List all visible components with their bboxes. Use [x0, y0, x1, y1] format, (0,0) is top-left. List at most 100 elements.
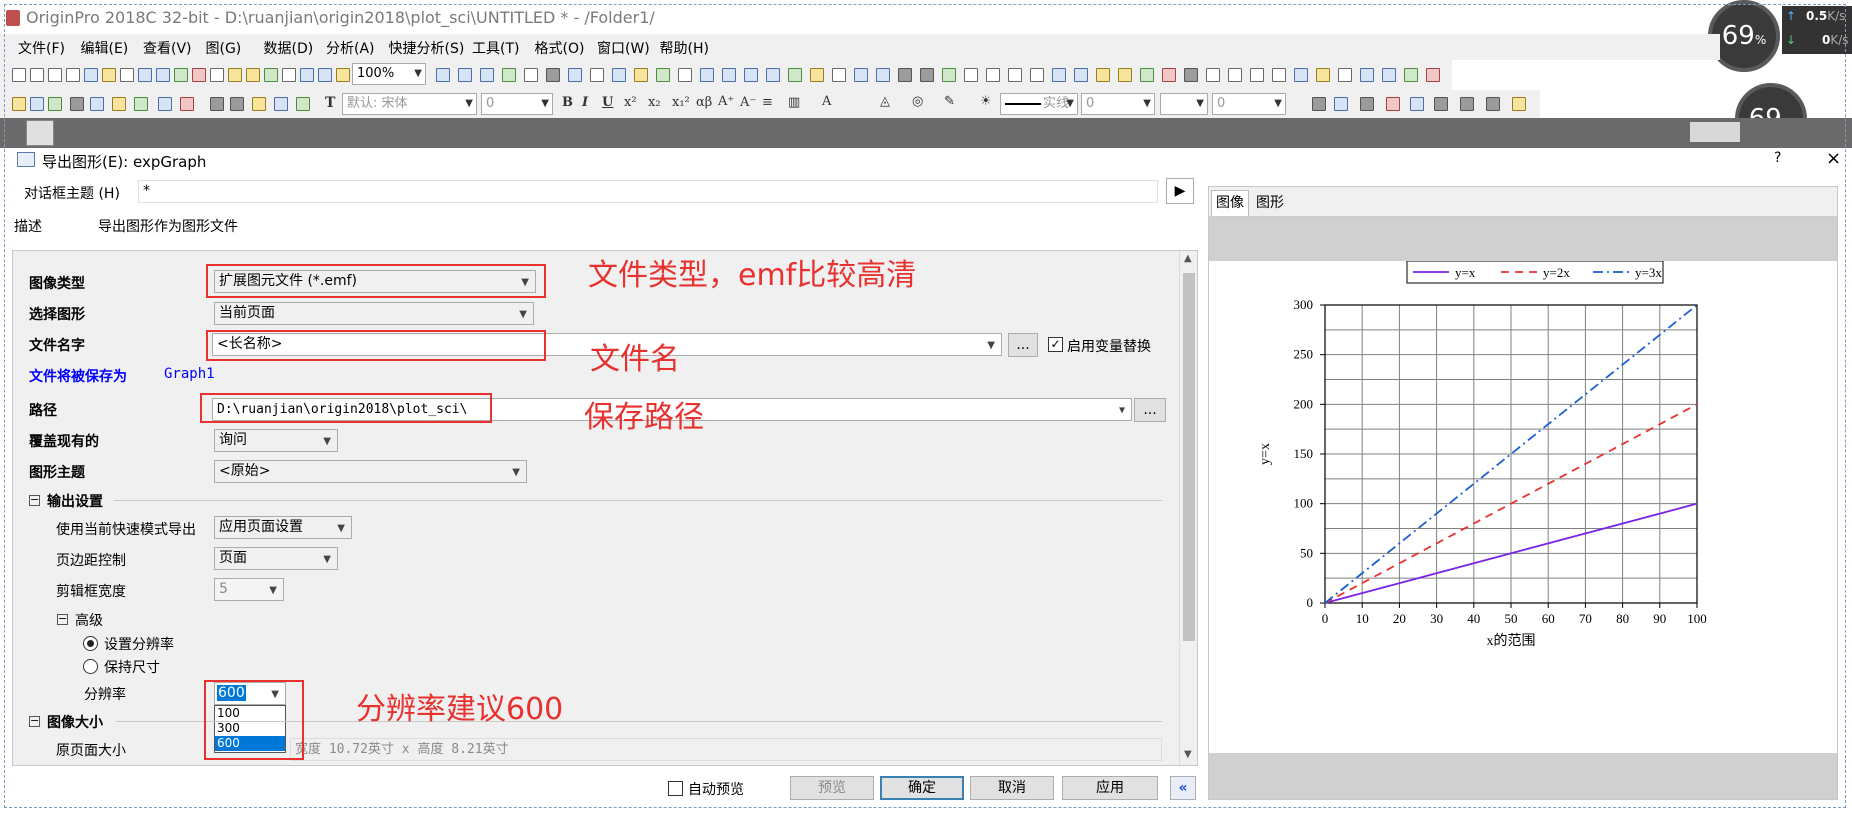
underline-icon[interactable]: U — [602, 95, 613, 110]
toolbar-tool-icon[interactable] — [1338, 68, 1352, 82]
toolbar-tool-icon[interactable] — [700, 68, 714, 82]
fill-select[interactable]: ▼ — [1160, 93, 1208, 115]
toolbar-tool-icon[interactable] — [744, 68, 758, 82]
sub-super-icon[interactable]: x₁² — [672, 95, 690, 110]
ok-button[interactable]: 确定 — [880, 776, 964, 800]
format-tool-icon[interactable] — [48, 97, 62, 111]
format-tool-icon[interactable] — [1334, 97, 1348, 111]
toolbar-tool-icon[interactable] — [264, 68, 278, 82]
scroll-down-icon[interactable]: ▼ — [1184, 749, 1192, 760]
format-tool-icon[interactable] — [180, 97, 194, 111]
toolbar-tool-icon[interactable] — [174, 68, 188, 82]
toolbar-tool-icon[interactable] — [1052, 68, 1066, 82]
toolbar-tool-icon[interactable] — [1030, 68, 1044, 82]
format-tool-icon[interactable] — [1386, 97, 1400, 111]
toolbar-tool-icon[interactable] — [656, 68, 670, 82]
column-icon[interactable]: ▥ — [788, 95, 800, 110]
toolbar-tool-icon[interactable] — [1404, 68, 1418, 82]
italic-icon[interactable]: I — [582, 95, 588, 110]
auto-preview-checkbox[interactable] — [668, 781, 683, 796]
toolbar-tool-icon[interactable] — [1382, 68, 1396, 82]
greek-icon[interactable]: αβ — [696, 95, 712, 110]
toolbar-tool-icon[interactable] — [546, 68, 560, 82]
toolbar-tool-icon[interactable] — [1118, 68, 1132, 82]
line-color-icon[interactable]: ✎ — [944, 94, 955, 109]
subscript-icon[interactable]: x₂ — [648, 95, 661, 110]
graph-theme-select[interactable]: <原始> ▼ — [214, 460, 527, 483]
menu-item[interactable]: 快捷分析(S) — [389, 38, 465, 58]
toolbar-tool-icon[interactable] — [788, 68, 802, 82]
tab-graph[interactable]: 图形 — [1251, 192, 1289, 214]
toolbar-tool-icon[interactable] — [246, 68, 260, 82]
toolbar-tool-icon[interactable] — [138, 68, 152, 82]
quick-mode-select[interactable]: 应用页面设置 ▼ — [214, 516, 352, 539]
symbol-icon[interactable]: ☀ — [980, 94, 992, 109]
collapse-output-icon[interactable]: − — [29, 494, 40, 506]
apply-button[interactable]: 应用 — [1062, 776, 1158, 800]
toolbar-tool-icon[interactable] — [634, 68, 648, 82]
format-tool-icon[interactable] — [1460, 97, 1474, 111]
toolbar-tool-icon[interactable] — [102, 68, 116, 82]
toolbar-tool-icon[interactable] — [920, 68, 934, 82]
toolbar-tool-icon[interactable] — [1008, 68, 1022, 82]
toolbar-tool-icon[interactable] — [1228, 68, 1242, 82]
bold-icon[interactable]: B — [562, 95, 573, 110]
toolbar-tool-icon[interactable] — [986, 68, 1000, 82]
settings-scrollbar[interactable]: ▲ ▼ — [1179, 251, 1197, 765]
keep-size-radio[interactable] — [83, 659, 98, 674]
format-tool-icon[interactable] — [296, 97, 310, 111]
toolbar-tool-icon[interactable] — [282, 68, 296, 82]
dialog-theme-input[interactable]: * — [138, 180, 1158, 203]
menu-item[interactable]: 窗口(W) — [597, 38, 650, 58]
toolbar-tool-icon[interactable] — [590, 68, 604, 82]
set-resolution-radio[interactable] — [83, 636, 98, 651]
toolbar-tool-icon[interactable] — [336, 68, 350, 82]
toolbar-tool-icon[interactable] — [942, 68, 956, 82]
line-width-select[interactable]: 0 ▼ — [1081, 93, 1155, 115]
file-name-browse-button[interactable]: ... — [1008, 333, 1038, 357]
toolbar-tool-icon[interactable] — [810, 68, 824, 82]
format-tool-icon[interactable] — [158, 97, 172, 111]
tab-image[interactable]: 图像 — [1211, 190, 1249, 216]
format-tool-icon[interactable] — [1410, 97, 1424, 111]
align-left-icon[interactable]: ≡ — [762, 95, 773, 110]
menu-item[interactable]: 工具(T) — [472, 38, 519, 58]
menu-item[interactable]: 图(G) — [206, 38, 242, 58]
format-tool-icon[interactable] — [1312, 97, 1326, 111]
decrease-font-icon[interactable]: A⁻ — [740, 95, 756, 110]
format-tool-icon[interactable] — [90, 97, 104, 111]
toolbar-tool-icon[interactable] — [120, 68, 134, 82]
pattern-icon[interactable]: ◎ — [912, 94, 923, 109]
toolbar-tool-icon[interactable] — [84, 68, 98, 82]
toolbar-tool-icon[interactable] — [678, 68, 692, 82]
font-select[interactable]: 默认: 宋体 ▼ — [342, 93, 477, 115]
menu-item[interactable]: 帮助(H) — [660, 38, 709, 58]
format-tool-icon[interactable] — [134, 97, 148, 111]
toolbar-tool-icon[interactable] — [1294, 68, 1308, 82]
toolbar-tool-icon[interactable] — [568, 68, 582, 82]
toolbar-tool-icon[interactable] — [1360, 68, 1374, 82]
toolbar-tool-icon[interactable] — [300, 68, 314, 82]
format-tool-icon[interactable] — [30, 97, 44, 111]
increase-font-icon[interactable]: A⁺ — [718, 94, 734, 109]
toolbar-tool-icon[interactable] — [228, 68, 242, 82]
toolbar-tool-icon[interactable] — [66, 68, 80, 82]
scroll-up-icon[interactable]: ▲ — [1184, 253, 1192, 264]
superscript-icon[interactable]: x² — [624, 95, 637, 110]
format-tool-icon[interactable] — [252, 97, 266, 111]
cancel-button[interactable]: 取消 — [970, 776, 1054, 800]
toolbar-tool-icon[interactable] — [210, 68, 224, 82]
toolbar-tool-icon[interactable] — [524, 68, 538, 82]
format-tool-icon[interactable] — [210, 97, 224, 111]
format-tool-icon[interactable] — [112, 97, 126, 111]
format-tool-icon[interactable] — [1512, 97, 1526, 111]
toolbar-tool-icon[interactable] — [1140, 68, 1154, 82]
zoom-select[interactable]: 100% ▼ — [352, 63, 426, 85]
theme-play-button[interactable]: ▶ — [1166, 178, 1194, 204]
collapse-advanced-icon[interactable]: − — [57, 613, 68, 625]
toolbar-tool-icon[interactable] — [1162, 68, 1176, 82]
toolbar-tool-icon[interactable] — [318, 68, 332, 82]
var-replace-checkbox[interactable]: ✓ — [1048, 337, 1063, 352]
toolbar-tool-icon[interactable] — [766, 68, 780, 82]
margin-select[interactable]: 页面 ▼ — [214, 547, 338, 570]
